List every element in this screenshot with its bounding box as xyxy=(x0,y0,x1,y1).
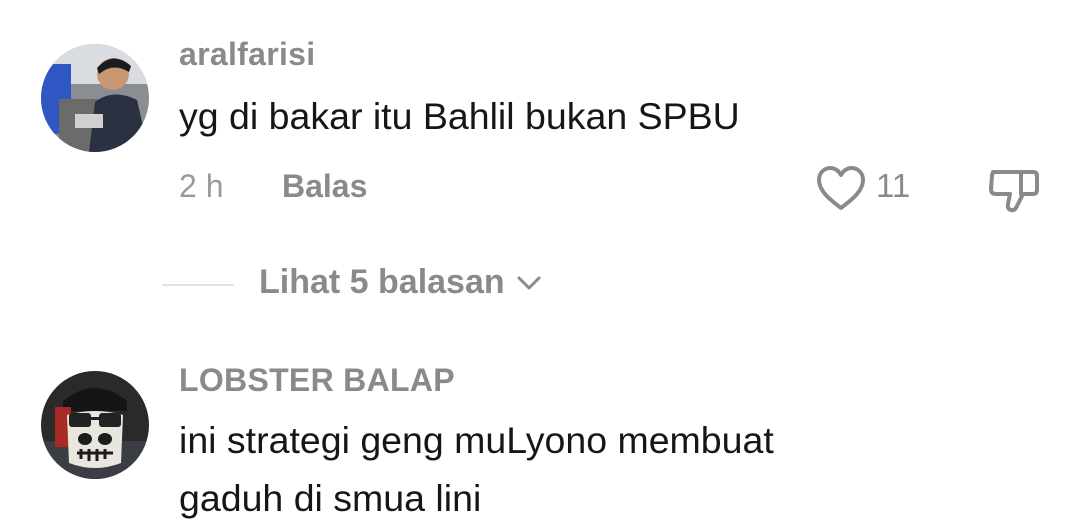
avatar-image xyxy=(41,371,149,479)
avatar[interactable] xyxy=(41,371,149,479)
comment-text-line-2: gaduh di smua lini xyxy=(179,477,482,519)
comment-username[interactable]: LOBSTER BALAP xyxy=(179,362,455,399)
comment-text-line-1: ini strategi geng muLyono membuat xyxy=(179,419,774,461)
comment-item: LOBSTER BALAP ini strategi geng muLyono … xyxy=(0,0,1078,521)
